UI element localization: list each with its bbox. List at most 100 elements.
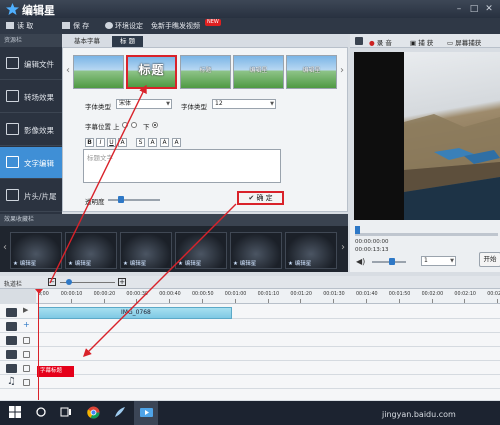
effect-tile[interactable]: ★ 编辑星: [10, 232, 62, 269]
title-template-3[interactable]: 标题: [180, 55, 231, 89]
nav-item-image-effects[interactable]: 影像效果: [0, 114, 62, 146]
ruler-tick-mark: [464, 299, 466, 303]
font-type-select[interactable]: 宋体 ▼: [116, 99, 172, 109]
tab-title[interactable]: 标 题: [112, 36, 144, 47]
minimize-icon[interactable]: –: [452, 3, 466, 15]
video-editor-taskbar-icon[interactable]: [140, 406, 153, 419]
position-middle-radio[interactable]: [131, 122, 137, 128]
ruler-tick-mark: [136, 299, 138, 303]
zoom-slider-knob[interactable]: [66, 279, 72, 285]
bold-button[interactable]: B: [85, 138, 94, 147]
capture-button[interactable]: ▣ 捕 获: [410, 37, 433, 47]
music-note-icon: ♫: [7, 376, 16, 387]
play-icon[interactable]: ▶: [23, 306, 28, 314]
effects-scroll-left-icon[interactable]: ‹: [1, 241, 9, 255]
track-row-overlay: [0, 319, 500, 333]
windows-start-icon[interactable]: [9, 406, 22, 419]
title-template-5[interactable]: 编辑星: [286, 55, 337, 89]
effect-tile[interactable]: ★ 编辑星: [285, 232, 337, 269]
effect-tile[interactable]: ★ 编辑星: [175, 232, 227, 269]
nav-label: 文字编辑: [24, 159, 54, 168]
scroll-right-icon[interactable]: ›: [338, 64, 346, 78]
menu-tutorial[interactable]: 免新手瞧发视频: [151, 21, 200, 31]
feather-app-icon[interactable]: [113, 406, 126, 419]
title-template-1[interactable]: [73, 55, 124, 89]
subtitle-text-input[interactable]: 标题文字: [83, 149, 281, 183]
effects-scroll-right-icon[interactable]: ›: [339, 241, 347, 255]
volume-slider-knob[interactable]: [389, 258, 396, 265]
lock-icon[interactable]: [23, 379, 30, 386]
playback-progress-bar[interactable]: [355, 233, 498, 236]
font-size-select[interactable]: 12 ▼: [212, 99, 276, 109]
shadow-button[interactable]: S: [136, 138, 145, 147]
film-icon: [6, 57, 19, 69]
add-icon[interactable]: +: [23, 320, 30, 329]
effect-tile[interactable]: ★ 编辑星: [230, 232, 282, 269]
zoom-out-icon[interactable]: −: [48, 278, 56, 286]
nav-label: 编辑文件: [24, 60, 54, 69]
menu-open[interactable]: 读 取: [17, 21, 33, 31]
nav-item-text-edit[interactable]: 文字编辑: [0, 147, 62, 179]
transparency-slider-knob[interactable]: [118, 196, 124, 203]
text-clip[interactable]: 字幕标题: [37, 366, 74, 377]
task-view-icon[interactable]: [60, 406, 73, 419]
title-template-4[interactable]: 编辑星: [233, 55, 284, 89]
effect-label: ★ 编辑星: [13, 261, 37, 267]
chrome-icon[interactable]: [87, 406, 100, 419]
search-icon[interactable]: [35, 406, 48, 419]
video-clip[interactable]: IMG_0768: [38, 307, 232, 319]
italic-button[interactable]: I: [96, 138, 105, 147]
scroll-left-icon[interactable]: ‹: [64, 64, 72, 78]
ok-button[interactable]: ✔ 确 定: [237, 191, 284, 205]
lock-icon[interactable]: [23, 365, 30, 372]
zoom-in-icon[interactable]: +: [118, 278, 126, 286]
track-row-music: [0, 347, 500, 361]
lock-icon[interactable]: [23, 351, 30, 358]
collapse-icon[interactable]: [355, 37, 363, 45]
ruler-tick-label: 00:01:50: [388, 292, 411, 297]
effect-tile[interactable]: ★ 编辑星: [120, 232, 172, 269]
outline-button[interactable]: A: [148, 138, 157, 147]
volume-select[interactable]: 1 ▼: [421, 256, 456, 266]
title-template-2[interactable]: 标题: [126, 55, 177, 89]
underline-button[interactable]: U: [107, 138, 116, 147]
record-audio-button[interactable]: ● 录 音: [369, 37, 392, 47]
screen-capture-label: 屏幕捕获: [455, 39, 482, 47]
position-bottom-radio[interactable]: [152, 122, 158, 128]
close-icon[interactable]: ✕: [482, 3, 496, 15]
maximize-icon[interactable]: □: [467, 3, 481, 15]
ruler-tick-label: 00:00:50: [192, 292, 214, 297]
font-type-value: 宋体: [119, 100, 132, 107]
playhead-handle[interactable]: [35, 289, 43, 294]
nav-item-transitions[interactable]: 转场效果: [0, 81, 62, 113]
transparency-label: 透明度: [85, 198, 105, 206]
ruler-tick-mark: [70, 299, 72, 303]
volume-value: 1: [424, 257, 428, 264]
lock-icon[interactable]: [23, 337, 30, 344]
effect-label: ★ 编辑星: [288, 261, 312, 267]
nav-item-edit-files[interactable]: 编辑文件: [0, 48, 62, 80]
menu-settings[interactable]: 环境设定: [115, 21, 143, 31]
transparency-slider[interactable]: [108, 199, 160, 201]
nav-item-intro-outro[interactable]: 片头/片尾: [0, 180, 62, 212]
effect-tile[interactable]: ★ 编辑星: [65, 232, 117, 269]
playhead[interactable]: [38, 289, 39, 400]
position-label: 字幕位置: [85, 123, 111, 131]
play-button[interactable]: 开始: [479, 252, 500, 267]
tab-basic-subtitle[interactable]: 基本字幕: [66, 36, 108, 47]
ruler-tick-mark: [267, 299, 269, 303]
background-color-button[interactable]: A: [172, 138, 181, 147]
track-row-audio: [0, 375, 500, 389]
fill-color-button[interactable]: A: [160, 138, 169, 147]
ruler-tick-label: 00:01:00: [224, 292, 247, 297]
volume-icon[interactable]: ◀): [356, 257, 365, 266]
screen-capture-button[interactable]: ▭ 屏幕捕获: [447, 37, 481, 47]
font-color-button[interactable]: A: [118, 138, 127, 147]
position-top-radio[interactable]: [122, 122, 128, 128]
ruler-tick-label: 00:02:10: [454, 292, 476, 297]
intro-icon: [6, 189, 19, 201]
playback-progress-knob[interactable]: [355, 226, 360, 234]
menu-save[interactable]: 保 存: [73, 21, 89, 31]
ruler-tick-label: 00:01:40: [356, 292, 378, 297]
monitor-icon: ▭: [447, 39, 454, 47]
